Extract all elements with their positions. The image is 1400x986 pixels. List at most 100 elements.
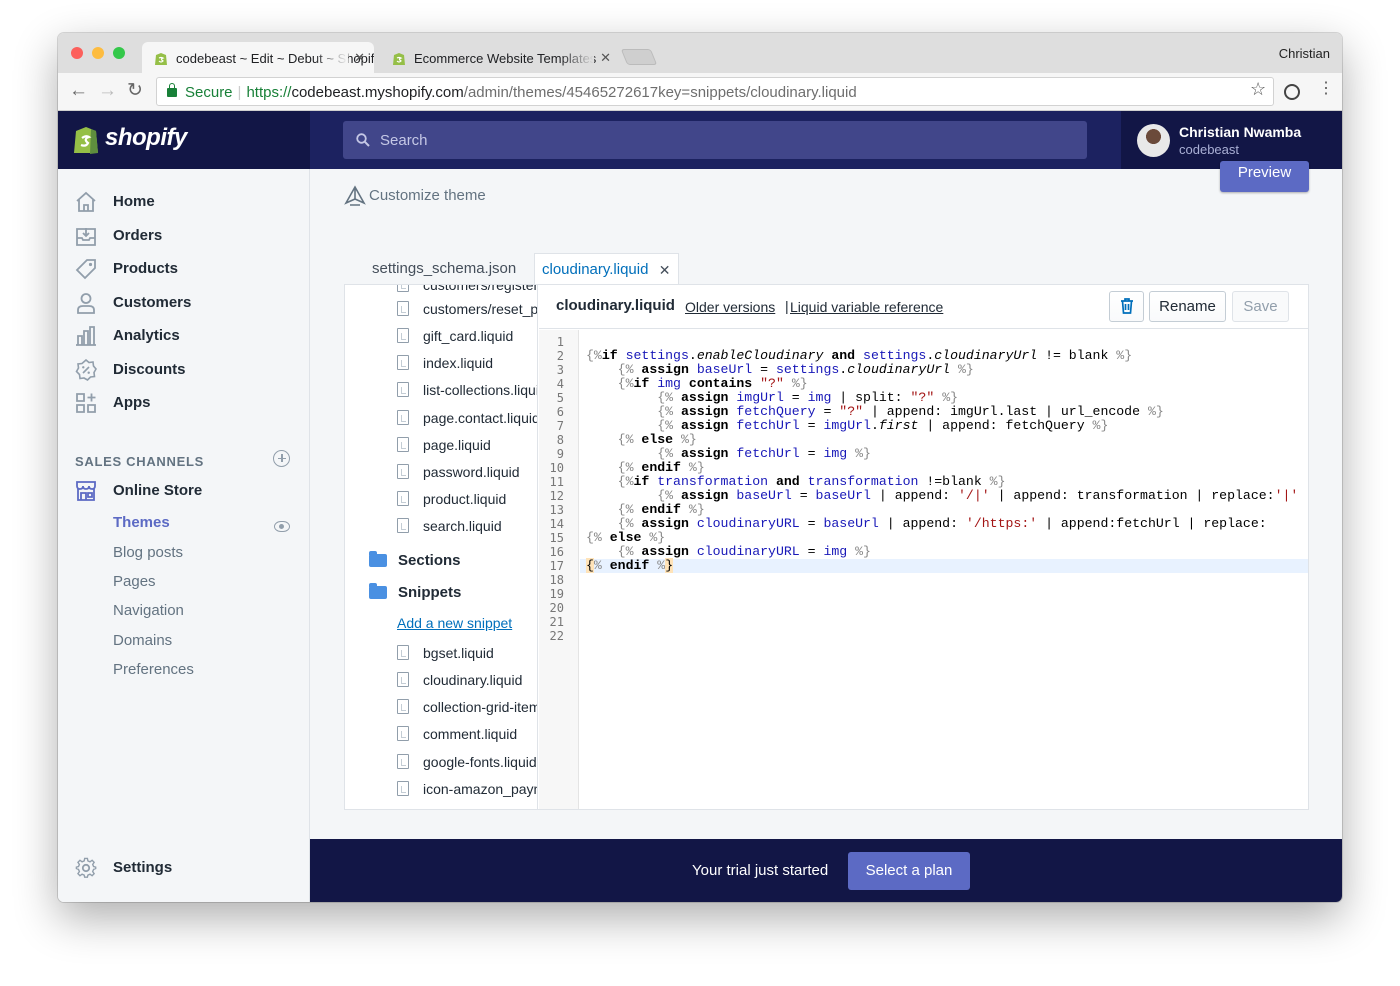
view-store-eye-icon[interactable] — [274, 521, 290, 532]
code-line: {%if settings.enableCloudinary and setti… — [586, 348, 1133, 363]
file-icon — [397, 518, 409, 533]
file-name: page.liquid — [423, 437, 491, 453]
file-tab-cloudinary[interactable]: cloudinary.liquid ✕ — [534, 253, 680, 286]
code-editor[interactable]: {%if settings.enableCloudinary and setti… — [580, 330, 1308, 809]
file-item[interactable]: list-collections.liquid — [397, 381, 537, 399]
select-plan-button[interactable]: Select a plan — [848, 852, 970, 890]
sidebar-item-label: Customers — [113, 294, 192, 311]
close-tab-icon[interactable]: ✕ — [354, 50, 365, 66]
tab-fade — [314, 42, 348, 73]
customize-theme-link[interactable]: Customize theme — [344, 185, 486, 207]
line-number: 17 — [549, 559, 564, 573]
folder-snippets[interactable]: Snippets — [369, 583, 461, 603]
browser-menu-icon[interactable]: ⋮ — [1318, 81, 1334, 97]
sidebar-item-orders[interactable]: Orders — [75, 225, 162, 247]
file-name: cloudinary.liquid — [423, 672, 523, 688]
code-line: {% endif %} — [617, 502, 705, 517]
sidebar-item-products[interactable]: Products — [75, 258, 178, 280]
sidebar-item-label: Discounts — [113, 361, 186, 378]
sidebar-subitem-blog-posts[interactable]: Blog posts — [113, 543, 183, 563]
file-item[interactable]: google-fonts.liquid — [397, 753, 537, 771]
close-tab-icon[interactable]: ✕ — [600, 50, 611, 66]
add-channel-icon[interactable] — [273, 450, 290, 467]
file-item[interactable]: comment.liquid — [397, 725, 517, 743]
shopify-favicon-icon — [155, 53, 167, 65]
reload-icon[interactable]: ↻ — [127, 81, 143, 101]
shopify-logo[interactable]: shopify — [58, 111, 310, 169]
sidebar-item-customers[interactable]: Customers — [75, 292, 191, 314]
line-number: 20 — [549, 601, 564, 615]
file-item[interactable]: cloudinary.liquid — [397, 671, 522, 689]
browser-tab[interactable]: Ecommerce Website Templates ✕ — [380, 42, 620, 73]
new-tab-button[interactable] — [620, 49, 658, 65]
file-icon — [397, 464, 409, 479]
minimize-window-button[interactable] — [92, 47, 104, 59]
line-number: 8 — [556, 433, 564, 447]
older-versions-link[interactable]: Older versions — [685, 299, 775, 315]
browser-tab-active[interactable]: codebeast ~ Edit ~ Debut ~ Shopify ✕ — [142, 42, 374, 73]
file-item[interactable]: page.contact.liquid — [397, 409, 537, 427]
close-file-tab-icon[interactable]: ✕ — [659, 254, 671, 286]
file-item[interactable]: bgset.liquid — [397, 644, 494, 662]
line-number: 18 — [549, 573, 564, 587]
code-line: {%if transformation and transformation !… — [617, 474, 1006, 489]
sidebar-item-analytics[interactable]: Analytics — [75, 325, 180, 347]
sidebar-item-discounts[interactable]: Discounts — [75, 359, 186, 381]
sidebar-subitem-domains[interactable]: Domains — [113, 631, 172, 651]
sidebar-item-settings[interactable]: Settings — [75, 857, 172, 879]
save-button[interactable]: Save — [1232, 291, 1289, 322]
file-item[interactable]: gift_card.liquid — [397, 327, 513, 345]
liquid-reference-link[interactable]: Liquid variable reference — [790, 299, 943, 315]
file-name: bgset.liquid — [423, 645, 494, 661]
file-icon — [397, 355, 409, 370]
main-content: Preview Customize theme settings_schema.… — [310, 161, 1342, 839]
url-field[interactable]: Secure | https://codebeast.myshopify.com/a… — [156, 77, 1274, 106]
delete-button[interactable] — [1109, 291, 1144, 322]
sidebar-item-home[interactable]: Home — [75, 191, 155, 213]
file-item[interactable]: page.liquid — [397, 436, 491, 454]
file-item[interactable]: search.liquid — [397, 517, 502, 535]
sidebar-item-apps[interactable]: Apps — [75, 392, 151, 414]
file-item[interactable]: customers/register.liquid — [397, 285, 537, 294]
search-input[interactable]: Search — [343, 121, 1087, 159]
sidebar-subitem-navigation[interactable]: Navigation — [113, 601, 184, 621]
forward-arrow-icon[interactable]: → — [98, 81, 117, 101]
close-window-button[interactable] — [71, 47, 83, 59]
file-tab-settings-schema[interactable]: settings_schema.json — [372, 253, 516, 285]
line-number: 19 — [549, 587, 564, 601]
extension-icon[interactable] — [1284, 84, 1300, 100]
file-tree: customers/register.liquid customers/rese… — [345, 285, 538, 809]
file-tab-label: cloudinary.liquid — [542, 261, 649, 278]
back-arrow-icon[interactable]: ← — [69, 81, 88, 101]
file-item[interactable]: password.liquid — [397, 463, 520, 481]
rename-button[interactable]: Rename — [1149, 291, 1226, 322]
add-snippet-link[interactable]: Add a new snippet — [397, 615, 512, 631]
folder-sections[interactable]: Sections — [369, 551, 461, 571]
browser-profile[interactable]: Christian — [1279, 46, 1330, 61]
secure-label: Secure — [185, 84, 233, 101]
trash-icon — [1120, 298, 1133, 314]
file-name: password.liquid — [423, 464, 520, 480]
file-item[interactable]: index.liquid — [397, 354, 493, 372]
account-shop: codebeast — [1179, 142, 1239, 157]
sidebar-subitem-themes[interactable]: Themes — [113, 513, 170, 533]
sidebar-item-label: Orders — [113, 227, 163, 244]
preview-button[interactable]: Preview — [1220, 161, 1309, 192]
active-line-highlight — [580, 559, 1308, 573]
sidebar-item-online-store[interactable]: Online Store — [75, 480, 202, 502]
file-icon — [397, 328, 409, 343]
sidebar-subitem-preferences[interactable]: Preferences — [113, 660, 194, 680]
code-line: {% assign cloudinaryURL = img %} — [617, 544, 871, 559]
zoom-window-button[interactable] — [113, 47, 125, 59]
code-line: {% assign baseUrl = settings.cloudinaryU… — [617, 362, 974, 377]
file-item[interactable]: customers/reset_password.liquid — [397, 300, 537, 318]
code-line: {% else %} — [586, 530, 666, 545]
bookmark-star-icon[interactable]: ☆ — [1250, 79, 1266, 100]
code-line: {% assign fetchUrl = img %} — [657, 446, 871, 461]
file-item[interactable]: product.liquid — [397, 490, 506, 508]
file-item[interactable]: icon-amazon_payments.liquid — [397, 780, 537, 798]
file-item[interactable]: collection-grid-item.liquid — [397, 698, 537, 716]
sidebar-subitem-pages[interactable]: Pages — [113, 572, 156, 592]
sidebar-item-label: Products — [113, 260, 179, 277]
file-icon — [397, 754, 409, 769]
